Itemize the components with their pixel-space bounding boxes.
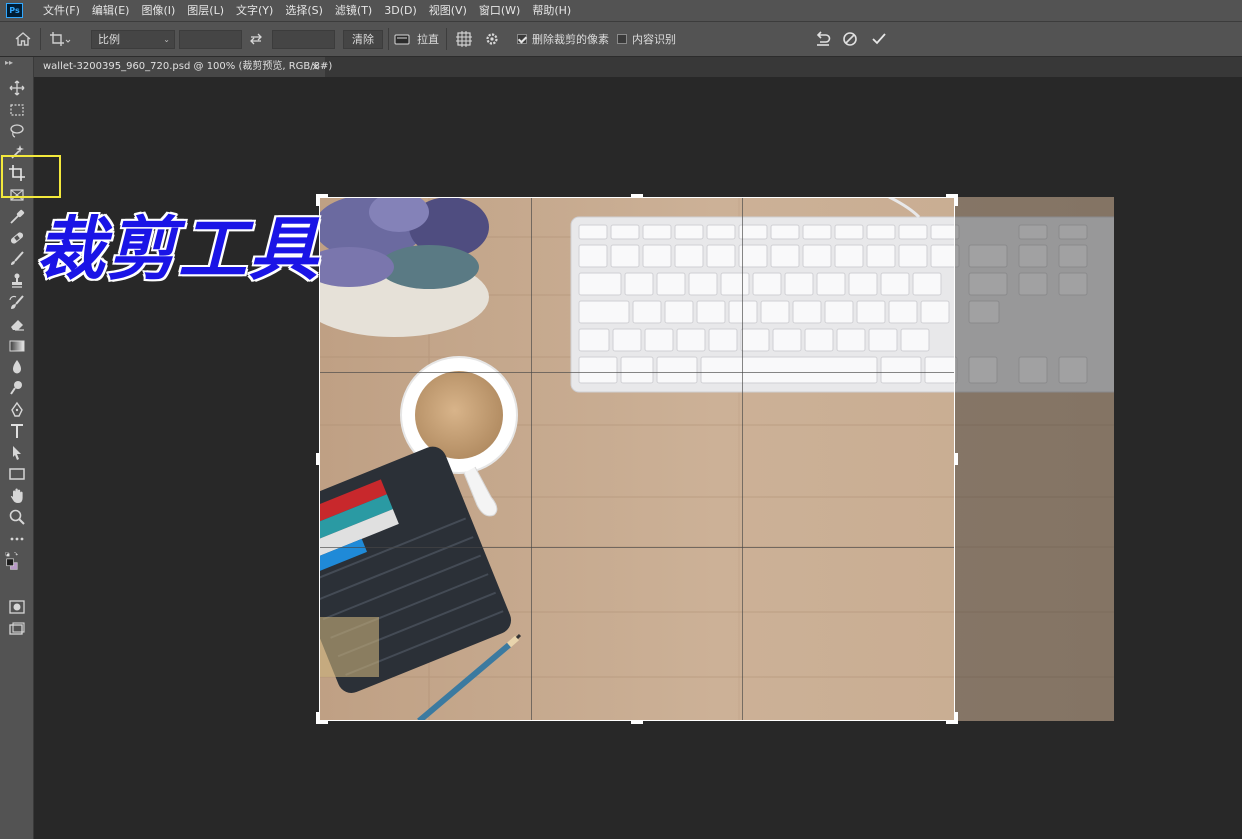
quick-mask-icon[interactable] (8, 598, 26, 616)
document-tab[interactable]: wallet-3200395_960_720.psd @ 100% (裁剪预览,… (34, 57, 332, 77)
hand-tool-icon[interactable] (8, 487, 26, 505)
crop-preset-icon[interactable] (49, 22, 71, 56)
clone-stamp-tool-icon[interactable] (8, 272, 26, 290)
delete-cropped-label: 删除裁剪的像素 (532, 33, 609, 46)
crop-grid-line (742, 198, 743, 720)
crop-outside-shade (954, 197, 1114, 721)
document-tab-title: wallet-3200395_960_720.psd @ 100% (裁剪预览,… (43, 61, 333, 72)
separator (40, 28, 41, 50)
pen-tool-icon[interactable] (8, 401, 26, 419)
separator (388, 28, 389, 50)
ratio-select[interactable]: 比例 ⌄ (91, 30, 175, 49)
menu-filter[interactable]: 滤镜(T) (329, 0, 378, 21)
crop-tool-highlight (1, 155, 61, 198)
close-icon[interactable]: × (311, 57, 320, 76)
eraser-tool-icon[interactable] (8, 315, 26, 333)
lasso-tool-icon[interactable] (8, 122, 26, 140)
crop-handle-top-right[interactable] (955, 194, 958, 206)
ratio-select-value: 比例 (98, 33, 120, 46)
cancel-icon[interactable] (842, 22, 858, 56)
crop-grid-line (531, 198, 532, 720)
crop-handle-bottom-left[interactable] (316, 712, 319, 724)
more-tools-icon[interactable] (8, 530, 26, 548)
chevron-down-icon: ⌄ (163, 35, 170, 44)
menu-image[interactable]: 图像(I) (135, 0, 181, 21)
type-tool-icon[interactable] (8, 422, 26, 440)
separator (446, 28, 447, 50)
document-tab-bar: wallet-3200395_960_720.psd @ 100% (裁剪预览,… (34, 57, 1242, 77)
menu-file[interactable]: 文件(F) (37, 0, 86, 21)
screen-mode-icon[interactable] (8, 620, 26, 638)
color-swatches[interactable] (3, 552, 29, 578)
menu-edit[interactable]: 编辑(E) (86, 0, 136, 21)
eyedropper-tool-icon[interactable] (8, 208, 26, 226)
zoom-tool-icon[interactable] (8, 508, 26, 526)
crop-handle-left[interactable] (316, 453, 319, 465)
straighten-icon[interactable] (394, 22, 410, 56)
checkbox-checked-icon (517, 34, 527, 44)
toolbox-grip[interactable]: ▸▸ (5, 58, 13, 67)
crop-tool-title: 裁剪工具 (35, 209, 320, 292)
crop-handle-bottom-right[interactable] (955, 712, 958, 724)
menu-layer[interactable]: 图层(L) (181, 0, 230, 21)
crop-handle-top[interactable] (631, 194, 643, 197)
height-field[interactable] (272, 30, 335, 49)
path-selection-tool-icon[interactable] (8, 444, 26, 462)
content-aware-checkbox[interactable]: 内容识别 (617, 22, 676, 56)
straighten-label[interactable]: 拉直 (417, 31, 439, 47)
crop-handle-right[interactable] (955, 453, 958, 465)
reset-icon[interactable] (814, 22, 832, 56)
gear-icon[interactable] (484, 22, 500, 56)
menu-help[interactable]: 帮助(H) (526, 0, 577, 21)
width-field[interactable] (179, 30, 242, 49)
menu-window[interactable]: 窗口(W) (473, 0, 526, 21)
crop-handle-bottom[interactable] (631, 721, 643, 724)
dodge-tool-icon[interactable] (8, 379, 26, 397)
overlay-grid-icon[interactable] (456, 22, 472, 56)
photoshop-logo[interactable]: Ps (6, 3, 23, 18)
menu-bar: Ps 文件(F) 编辑(E) 图像(I) 图层(L) 文字(Y) 选择(S) 滤… (0, 0, 1242, 21)
clear-button[interactable]: 清除 (343, 30, 383, 49)
crop-handle-top-left[interactable] (316, 194, 319, 206)
crop-grid-line (320, 547, 954, 548)
menu-type[interactable]: 文字(Y) (230, 0, 279, 21)
menu-select[interactable]: 选择(S) (279, 0, 329, 21)
blur-tool-icon[interactable] (8, 358, 26, 376)
home-icon[interactable] (14, 22, 32, 56)
rectangle-tool-icon[interactable] (8, 465, 26, 483)
checkbox-unchecked-icon (617, 34, 627, 44)
content-aware-label: 内容识别 (632, 33, 676, 46)
crop-grid-line (320, 372, 954, 373)
marquee-tool-icon[interactable] (8, 101, 26, 119)
delete-cropped-checkbox[interactable]: 删除裁剪的像素 (517, 22, 609, 56)
history-brush-tool-icon[interactable] (8, 294, 26, 312)
options-bar: 比例 ⌄ 清除 拉直 删除裁剪的像素 内容识别 (0, 21, 1242, 57)
brush-tool-icon[interactable] (8, 250, 26, 268)
move-tool-icon[interactable] (8, 79, 26, 97)
menu-3d[interactable]: 3D(D) (378, 0, 423, 21)
crop-box[interactable] (319, 197, 955, 721)
menu-view[interactable]: 视图(V) (423, 0, 473, 21)
gradient-tool-icon[interactable] (8, 337, 26, 355)
commit-check-icon[interactable] (871, 22, 887, 56)
healing-brush-tool-icon[interactable] (8, 229, 26, 247)
swap-icon[interactable] (249, 22, 263, 56)
